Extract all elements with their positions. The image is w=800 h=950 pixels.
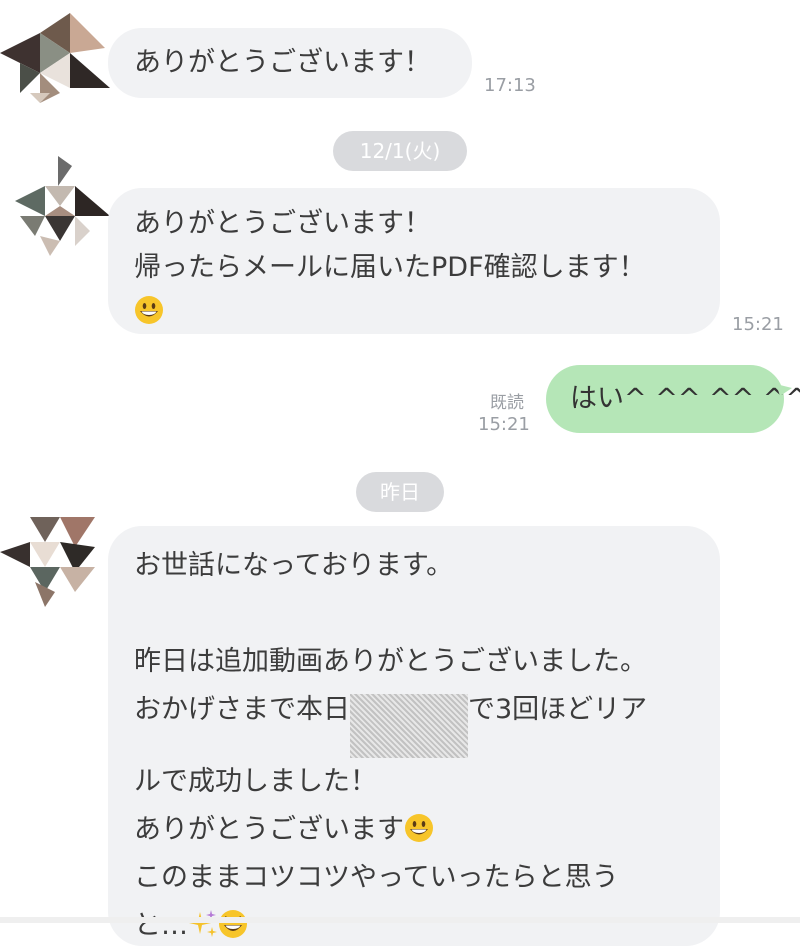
message-text-line: と…: [134, 902, 694, 950]
message-text: はい^ ^^ ^^ ^^ ^: [570, 383, 800, 414]
grinning-squinting-face-icon: [218, 909, 248, 939]
message-text-line: お世話になっております。: [134, 550, 454, 581]
message-text: ありがとうございます！: [134, 47, 431, 78]
message-bubble[interactable]: ありがとうございます！ 帰ったらメールに届いたPDF確認します！: [108, 188, 720, 334]
chat-thread: ありがとうございます！ 17:13 12/1(火) ありがとうございます！ 帰っ…: [0, 0, 800, 946]
message-text-line: このままコツコツやっていったらと思う: [134, 862, 619, 893]
message-timestamp: 15:21: [478, 414, 530, 435]
sparkles-icon: [188, 909, 218, 939]
read-receipt: 既読: [490, 393, 524, 413]
sender-avatar[interactable]: [0, 156, 110, 256]
message-text-line: 帰ったらメールに届いたPDF確認します！: [134, 252, 646, 283]
message-text-segment: おかげさまで本日: [134, 694, 350, 725]
divider: [0, 917, 800, 923]
message-text-segment: と…: [134, 910, 188, 941]
grinning-face-icon: [134, 295, 164, 325]
message-timestamp: 17:13: [484, 75, 536, 96]
message-text-segment: ありがとうございます: [134, 814, 404, 845]
message-text-line: 昨日は追加動画ありがとうございました。: [134, 646, 647, 677]
bubble-tail-icon: [776, 384, 792, 396]
message-text-line: ありがとうございます！: [134, 208, 431, 239]
redacted-text-block: [350, 694, 468, 758]
message-bubble[interactable]: ありがとうございます！: [108, 28, 472, 98]
sender-avatar[interactable]: [0, 8, 110, 108]
message-text-line: ルで成功しました！: [134, 766, 377, 797]
date-separator: 12/1(火): [333, 131, 467, 171]
date-separator: 昨日: [356, 472, 444, 512]
message-text-line: ありがとうございます: [134, 806, 694, 854]
message-text-segment: で3回ほどリア: [468, 694, 648, 725]
message-bubble[interactable]: お世話になっております。 昨日は追加動画ありがとうございました。 おかげさまで本…: [108, 526, 720, 946]
message-text-line: おかげさまで本日 で3回ほどリア: [134, 686, 694, 758]
sender-avatar[interactable]: [0, 512, 110, 612]
message-emoji-line: [134, 290, 694, 334]
outgoing-message-bubble[interactable]: はい^ ^^ ^^ ^^ ^: [546, 365, 800, 433]
grinning-face-icon: [404, 813, 434, 843]
message-timestamp: 15:21: [732, 314, 784, 335]
